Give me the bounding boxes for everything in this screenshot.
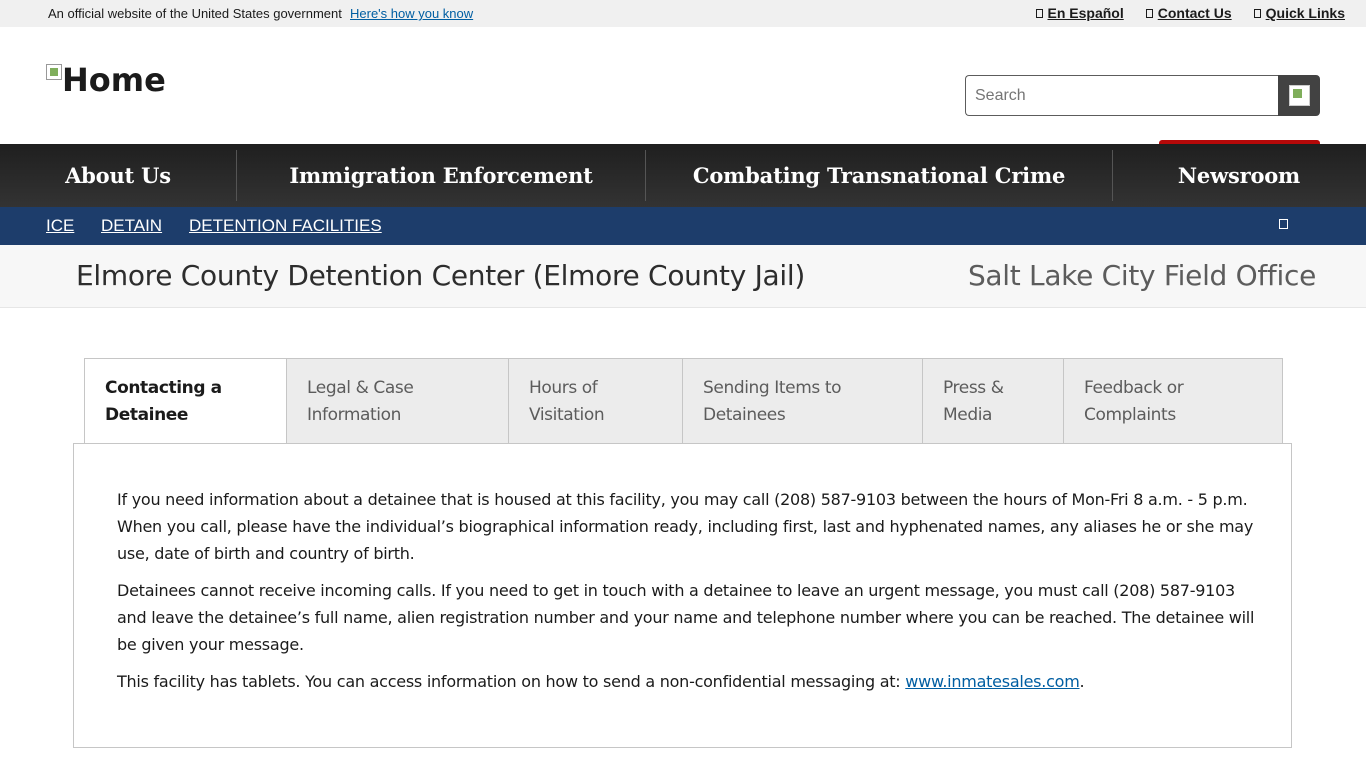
how-you-know-link[interactable]: Here's how you know bbox=[350, 6, 473, 21]
tab-label-line: Feedback or bbox=[1084, 378, 1184, 398]
main-nav: About Us Immigration Enforcement Combati… bbox=[0, 144, 1366, 207]
site-header: Home bbox=[0, 27, 1366, 144]
facility-tabs: Contacting a Detainee Legal & Case Infor… bbox=[84, 358, 1283, 445]
breadcrumb-detain[interactable]: DETAIN bbox=[101, 216, 162, 236]
top-link-label: En Español bbox=[1047, 5, 1124, 21]
top-links: En Español Contact Us Quick Links bbox=[1035, 5, 1345, 21]
tab-legal-case-information[interactable]: Legal & Case Information bbox=[287, 358, 509, 444]
inmatesales-link[interactable]: www.inmatesales.com bbox=[905, 672, 1080, 691]
tab-label-line: Contacting a bbox=[105, 378, 222, 398]
tab-label-line: Media bbox=[943, 405, 993, 425]
tab-feedback-complaints[interactable]: Feedback or Complaints bbox=[1064, 358, 1283, 444]
tab-label-line: Hours of bbox=[529, 378, 598, 398]
breadcrumb-detention-facilities[interactable]: DETENTION FACILITIES bbox=[189, 216, 382, 236]
tab-contacting-detainee[interactable]: Contacting a Detainee bbox=[84, 358, 287, 445]
nav-newsroom[interactable]: Newsroom bbox=[1113, 144, 1365, 207]
gov-banner: An official website of the United States… bbox=[0, 0, 1366, 27]
official-site-text: An official website of the United States… bbox=[48, 6, 342, 21]
link-icon bbox=[1253, 8, 1261, 18]
logo-alt-text: Home bbox=[62, 61, 166, 99]
top-link-quick-links[interactable]: Quick Links bbox=[1253, 5, 1345, 21]
top-link-label: Quick Links bbox=[1265, 5, 1345, 21]
tab-label-line: Press & bbox=[943, 378, 1004, 398]
tab-label-line: Sending Items to bbox=[703, 378, 842, 398]
contact-icon bbox=[1145, 8, 1153, 18]
nav-combating-transnational-crime[interactable]: Combating Transnational Crime bbox=[646, 144, 1112, 207]
tab-hours-of-visitation[interactable]: Hours of Visitation bbox=[509, 358, 683, 444]
top-link-espanol[interactable]: En Español bbox=[1035, 5, 1124, 21]
search-icon bbox=[1288, 85, 1310, 106]
tab-sending-items[interactable]: Sending Items to Detainees bbox=[683, 358, 923, 444]
tab-label-line: Detainees bbox=[703, 405, 786, 425]
search-form bbox=[965, 75, 1320, 116]
field-office-label: Salt Lake City Field Office bbox=[967, 259, 1316, 292]
contact-paragraph-2: Detainees cannot receive incoming calls.… bbox=[117, 581, 1255, 654]
top-link-contact-us[interactable]: Contact Us bbox=[1145, 5, 1232, 21]
search-input[interactable] bbox=[965, 75, 1278, 116]
breadcrumb-ice[interactable]: ICE bbox=[46, 216, 74, 236]
page-title: Elmore County Detention Center (Elmore C… bbox=[76, 259, 805, 292]
contact-paragraph-1: If you need information about a detainee… bbox=[117, 490, 1254, 563]
broken-image-icon bbox=[46, 64, 62, 80]
tab-content-panel: If you need information about a detainee… bbox=[73, 443, 1292, 748]
tab-press-media[interactable]: Press & Media bbox=[923, 358, 1064, 444]
search-button[interactable] bbox=[1278, 75, 1320, 116]
nav-immigration-enforcement[interactable]: Immigration Enforcement bbox=[237, 144, 645, 207]
home-logo-link[interactable]: Home bbox=[46, 62, 166, 98]
top-link-label: Contact Us bbox=[1157, 5, 1232, 21]
tab-label-line: Visitation bbox=[529, 405, 605, 425]
contact-paragraph-3: This facility has tablets. You can acces… bbox=[117, 668, 1257, 695]
title-bar: Elmore County Detention Center (Elmore C… bbox=[0, 245, 1366, 308]
nav-about-us[interactable]: About Us bbox=[0, 144, 236, 207]
tab-label-line: Detainee bbox=[105, 405, 189, 425]
tab-label-line: Legal & Case bbox=[307, 378, 414, 398]
tab-label-line: Complaints bbox=[1084, 405, 1176, 425]
tablets-text: This facility has tablets. You can acces… bbox=[117, 672, 906, 691]
period-text: . bbox=[1079, 672, 1085, 691]
tab-label-line: Information bbox=[307, 405, 402, 425]
language-icon bbox=[1035, 8, 1043, 18]
breadcrumb: ICE DETAIN DETENTION FACILITIES bbox=[0, 207, 1366, 245]
share-icon[interactable] bbox=[1279, 219, 1288, 229]
